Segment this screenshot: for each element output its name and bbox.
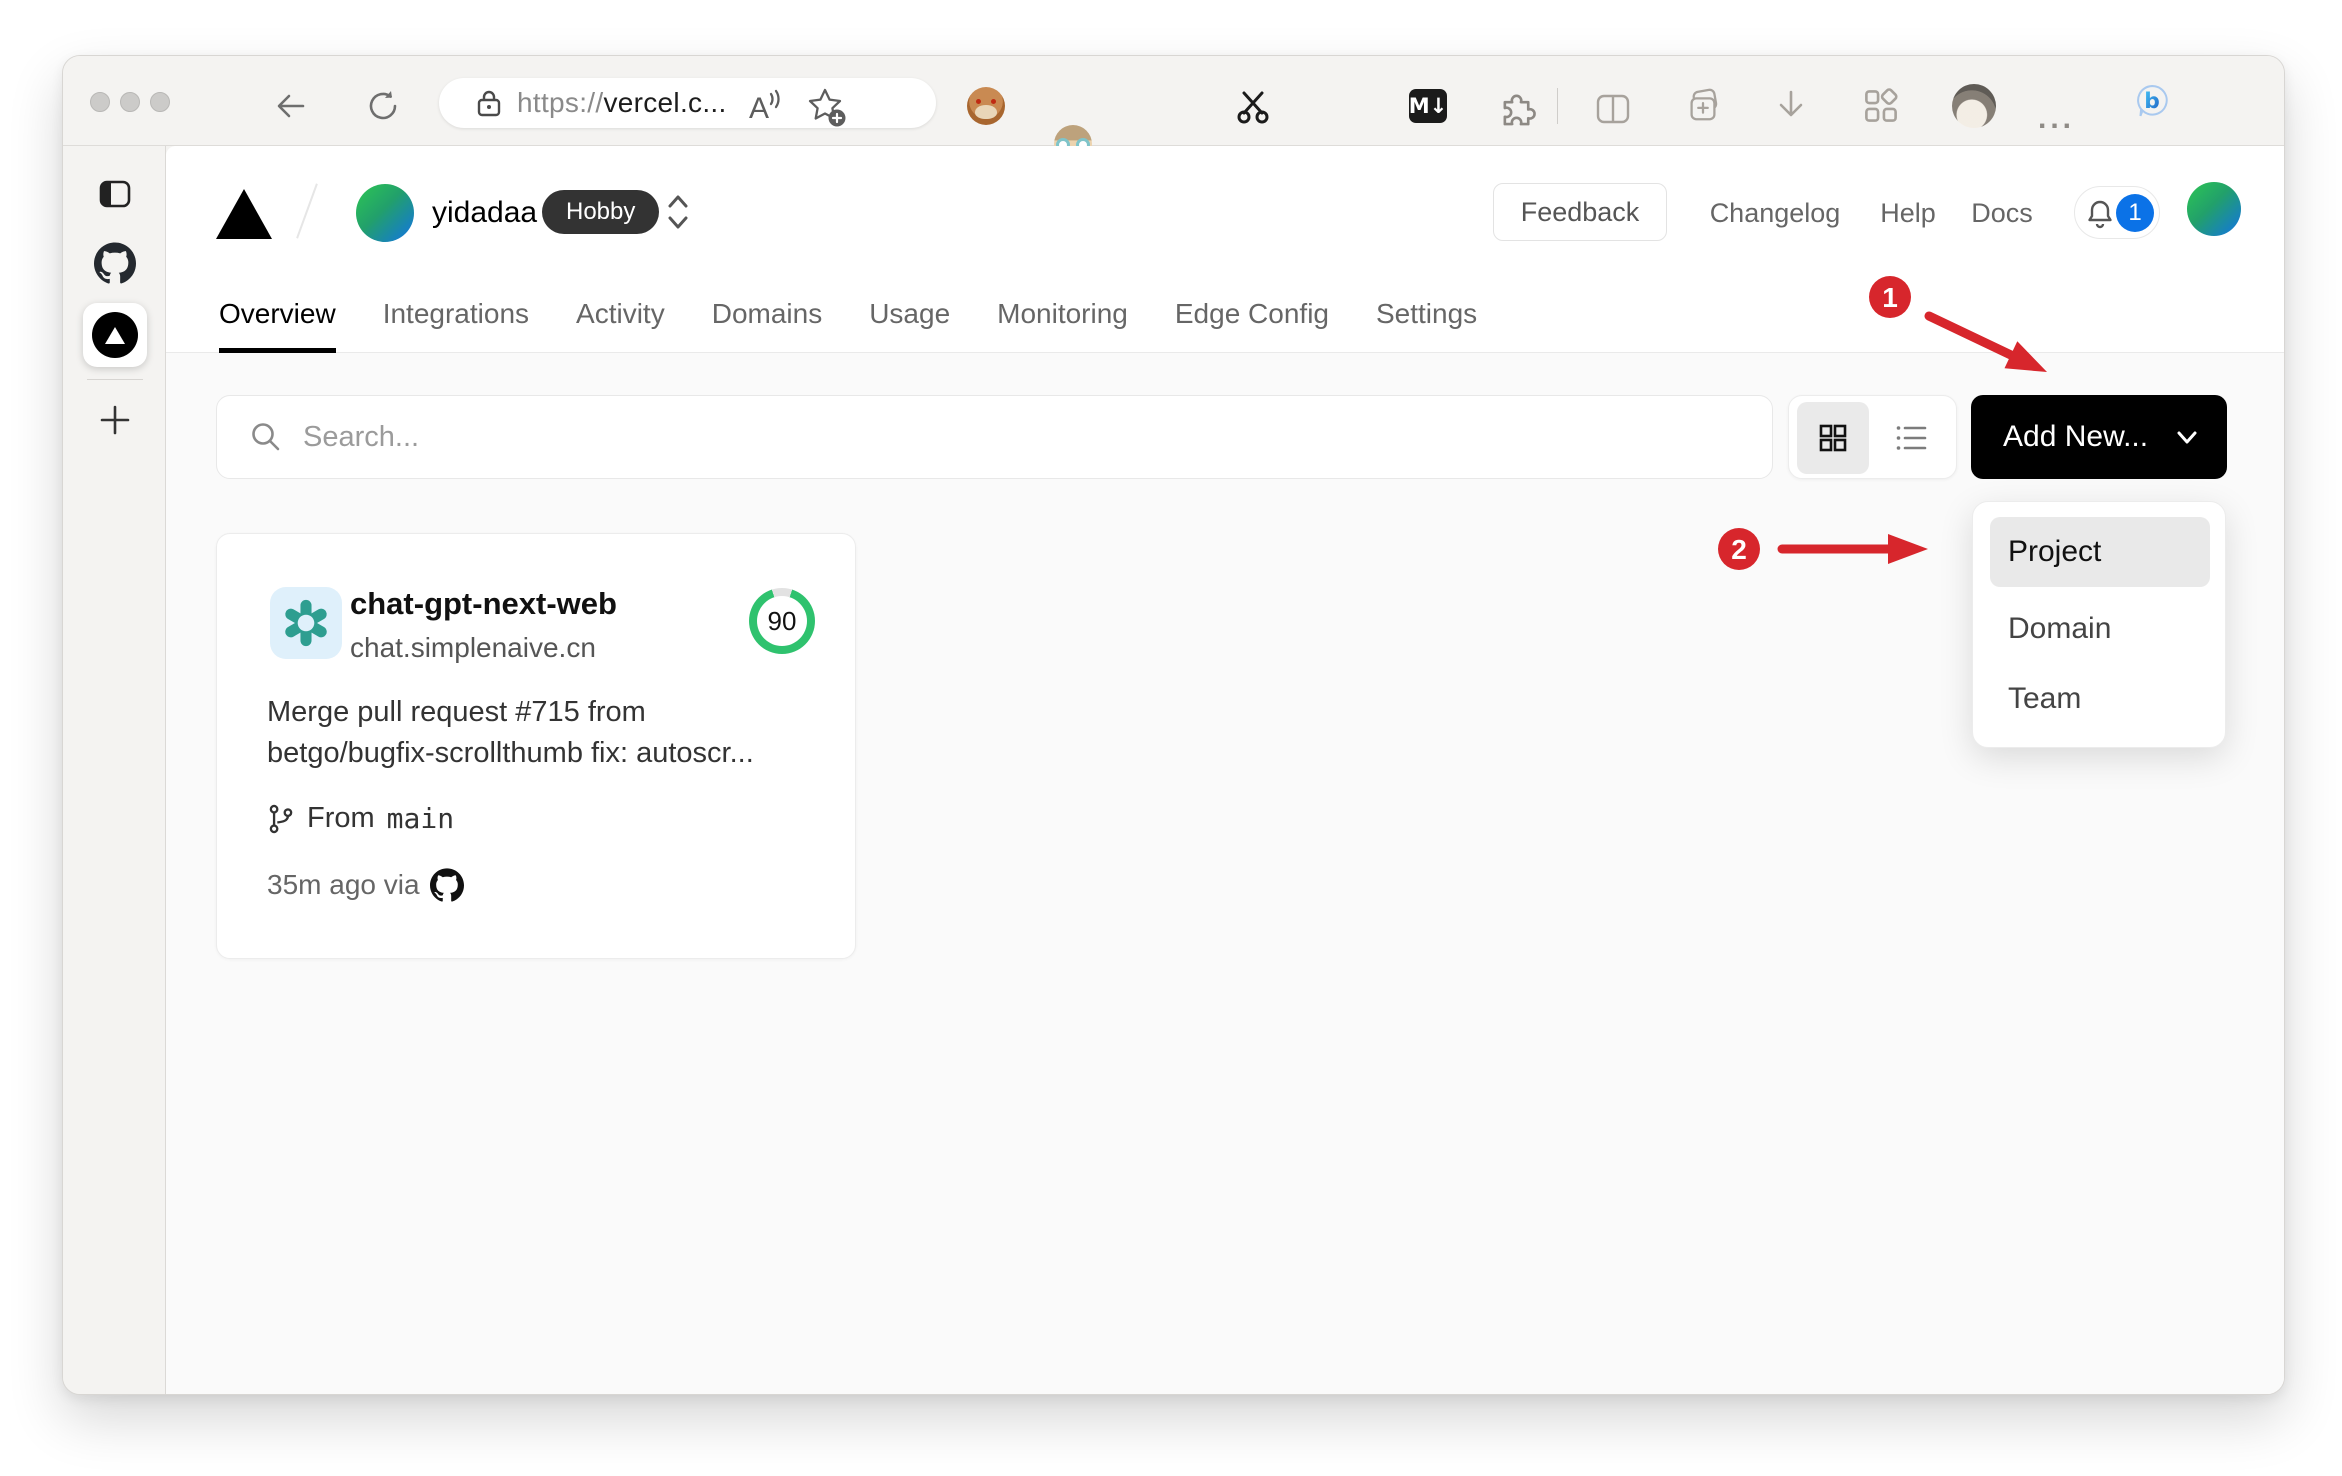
changelog-link[interactable]: Changelog	[1703, 198, 1847, 229]
browser-window: https://vercel.c... A 2	[62, 55, 2285, 1395]
lock-icon	[477, 90, 501, 117]
toolbar-divider	[1557, 88, 1558, 124]
branch-name: main	[386, 802, 455, 835]
window-zoom-button[interactable]	[150, 92, 170, 112]
project-icon-tile	[270, 587, 342, 659]
help-link[interactable]: Help	[1878, 198, 1938, 229]
deployment-time: 35m ago via	[267, 869, 420, 900]
back-icon[interactable]	[273, 88, 309, 124]
split-screen-icon[interactable]	[1594, 90, 1632, 128]
dropdown-item-team[interactable]: Team	[2008, 682, 2081, 716]
tab-usage[interactable]: Usage	[869, 276, 950, 352]
github-icon	[429, 868, 464, 902]
docs-link[interactable]: Docs	[1966, 198, 2038, 229]
dropdown-item-domain[interactable]: Domain	[2008, 612, 2111, 646]
tab-activity[interactable]: Activity	[576, 276, 665, 352]
user-avatar[interactable]	[2187, 182, 2241, 236]
deployment-meta: 35m ago via	[267, 868, 464, 902]
add-favorite-icon[interactable]	[805, 86, 847, 128]
add-new-dropdown: Project Domain Team	[1972, 501, 2226, 748]
bell-icon	[2088, 200, 2112, 229]
notifications-button[interactable]: 1	[2074, 186, 2160, 239]
sidebar-divider	[87, 379, 143, 380]
vercel-header: yidadaa Hobby Feedback Changelog Help Do…	[166, 146, 2284, 276]
vercel-favicon	[92, 312, 138, 358]
dropdown-item-project[interactable]: Project	[1990, 517, 2210, 587]
branch-row: From main	[267, 802, 454, 835]
vercel-logo[interactable]	[215, 188, 273, 240]
search-input[interactable]	[303, 420, 1703, 454]
collections-icon[interactable]	[1684, 86, 1722, 124]
downloads-icon[interactable]	[1772, 87, 1810, 125]
apps-launcher-icon[interactable]	[1862, 87, 1900, 125]
commit-message: Merge pull request #715 from betgo/bugfi…	[267, 696, 754, 769]
search-icon	[252, 423, 280, 451]
notification-count: 1	[2116, 194, 2154, 232]
browser-tab-sidebar	[63, 146, 166, 1394]
new-tab-icon[interactable]	[96, 401, 134, 439]
browser-menu-icon[interactable]: ...	[2038, 102, 2075, 136]
screenshot: https://vercel.c... A 2	[0, 0, 2342, 1476]
vercel-tab-active[interactable]	[83, 303, 147, 367]
url-text: https://vercel.c...	[517, 87, 727, 118]
project-card[interactable]: chat-gpt-next-web chat.simplenaive.cn 90…	[216, 533, 856, 959]
tab-domains[interactable]: Domains	[712, 276, 822, 352]
vercel-dashboard: yidadaa Hobby Feedback Changelog Help Do…	[166, 146, 2284, 1394]
browser-toolbar: https://vercel.c... A 2	[63, 56, 2284, 239]
window-close-button[interactable]	[90, 92, 110, 112]
github-tab-icon[interactable]	[94, 242, 136, 284]
from-label: From	[307, 802, 375, 834]
markdown-extension-icon[interactable]: M↓	[1409, 89, 1447, 123]
svg-text:b: b	[2144, 89, 2160, 114]
bing-chat-icon[interactable]: b	[2133, 82, 2171, 120]
score-ring[interactable]: 90	[749, 588, 815, 654]
address-bar[interactable]: https://vercel.c...	[439, 78, 936, 128]
tab-edge-config[interactable]: Edge Config	[1175, 276, 1329, 352]
project-name[interactable]: chat-gpt-next-web	[350, 586, 617, 622]
score-value: 90	[757, 596, 807, 646]
grid-view-icon	[1819, 424, 1847, 452]
extensions-puzzle-icon[interactable]	[1499, 89, 1537, 127]
git-branch-icon	[269, 804, 293, 833]
breadcrumb-slash	[296, 183, 318, 239]
list-view-button[interactable]	[1876, 402, 1948, 474]
tab-overview[interactable]: Overview	[219, 276, 336, 353]
overview-content: Add New...	[166, 353, 2284, 1394]
window-minimize-button[interactable]	[120, 92, 140, 112]
team-switcher-icon[interactable]	[666, 192, 690, 232]
openai-logo-icon	[285, 599, 327, 647]
clipper-extension-icon[interactable]	[1234, 87, 1272, 125]
tampermonkey-extension-icon[interactable]	[967, 87, 1005, 125]
sidebar-panel-icon[interactable]	[98, 179, 132, 209]
grid-view-button[interactable]	[1797, 402, 1869, 474]
list-view-icon	[1896, 426, 1927, 450]
project-search	[216, 395, 1773, 479]
team-name[interactable]: yidadaa	[432, 196, 537, 230]
chevron-down-icon	[2177, 431, 2197, 444]
plan-badge: Hobby	[542, 190, 660, 234]
view-toggle	[1788, 395, 1957, 479]
browser-profile-avatar[interactable]	[1952, 84, 1996, 128]
feedback-button[interactable]: Feedback	[1493, 183, 1667, 241]
read-aloud-icon[interactable]: A	[749, 86, 783, 126]
tab-settings[interactable]: Settings	[1376, 276, 1477, 352]
vercel-tab-bar: Overview Integrations Activity Domains U…	[166, 276, 2284, 353]
add-new-button[interactable]: Add New...	[1971, 395, 2227, 479]
tab-monitoring[interactable]: Monitoring	[997, 276, 1128, 352]
team-avatar	[356, 184, 414, 242]
tab-integrations[interactable]: Integrations	[383, 276, 529, 352]
project-domain[interactable]: chat.simplenaive.cn	[350, 632, 596, 664]
refresh-icon[interactable]	[366, 89, 400, 123]
